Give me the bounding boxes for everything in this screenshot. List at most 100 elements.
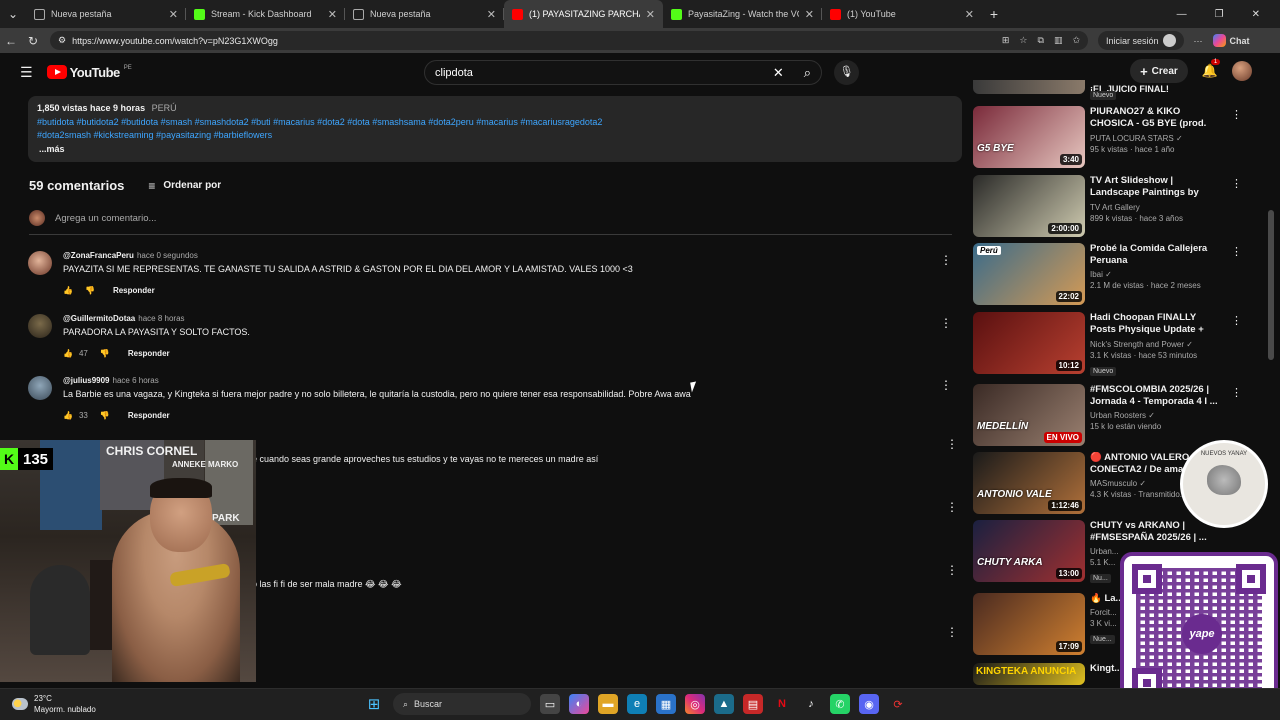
search-icon[interactable]: ⌕ <box>804 65 811 81</box>
video-description[interactable]: 1,850 vistas hace 9 horas PERÚ #butidota… <box>28 96 962 162</box>
back-arrow-icon[interactable]: ← <box>0 34 22 48</box>
hamburger-menu-icon[interactable]: ☰ <box>20 64 33 81</box>
like-icon[interactable]: 👍 <box>63 411 73 420</box>
video-info[interactable]: TV Art Slideshow | Landscape Paintings b… <box>1090 175 1222 223</box>
channel-name[interactable]: Nick's Strength and Power ✓ <box>1090 340 1222 349</box>
video-title[interactable]: Probé la Comida Callejera Peruana <box>1090 243 1222 267</box>
close-tab-icon[interactable]: ✕ <box>169 8 178 21</box>
close-tab-icon[interactable]: ✕ <box>965 8 974 21</box>
comment-menu-icon[interactable]: ⋮ <box>940 316 952 330</box>
comment-time[interactable]: hace 6 horas <box>113 376 159 385</box>
weather-widget[interactable]: 23°C Mayorm. nublado <box>12 693 96 715</box>
taskbar-search[interactable]: ⌕ Buscar <box>393 693 531 715</box>
search-input[interactable]: clipdota ✕ ⌕ <box>424 60 822 85</box>
video-thumbnail[interactable]: G5 BYE 3:40 <box>973 106 1085 168</box>
video-thumbnail[interactable]: CHUTY ARKA 13:00 <box>973 520 1085 582</box>
add-comment-input[interactable]: Agrega un comentario... <box>55 213 156 224</box>
like-icon[interactable]: 👍 <box>63 349 73 358</box>
app-icon[interactable]: ⟳ <box>888 694 908 714</box>
whatsapp-icon[interactable]: ✆ <box>830 694 850 714</box>
youtube-logo[interactable]: YouTube PE <box>46 65 132 80</box>
address-bar[interactable]: ⚙ https://www.youtube.com/watch?v=pN23G1… <box>50 31 1088 50</box>
comment-time[interactable]: hace 8 horas <box>138 314 184 323</box>
tab-kick-dashboard[interactable]: Stream - Kick Dashboard ✕ <box>186 0 345 28</box>
video-info[interactable]: Probé la Comida Callejera Peruana Ibai ✓ 2… <box>1090 243 1222 290</box>
comment-author[interactable]: @ZonaFrancaPeru <box>63 251 134 260</box>
notifications-bell-icon[interactable]: 🔔 1 <box>1202 59 1221 79</box>
tiktok-icon[interactable]: ♪ <box>801 694 821 714</box>
like-icon[interactable]: 👍 <box>63 286 73 295</box>
video-title[interactable]: CHUTY vs ARKANO | #FMSESPAÑA 2025/26 | .… <box>1090 520 1222 544</box>
tab-payasitazing-kick-vod[interactable]: PayasitaZing - Watch the VOD on Kick ✕ <box>663 0 822 28</box>
netflix-icon[interactable]: N <box>772 694 792 714</box>
comment-menu-icon[interactable]: ⋮ <box>946 625 958 639</box>
copilot-taskbar-icon[interactable]: ◐ <box>569 694 589 714</box>
tab-nueva-pestana-1[interactable]: Nueva pestaña ✕ <box>26 0 186 28</box>
account-avatar[interactable] <box>1232 61 1252 81</box>
channel-name[interactable]: Ibai ✓ <box>1090 270 1222 279</box>
install-app-icon[interactable]: ⊞ <box>1002 35 1010 46</box>
reply-button[interactable]: Responder <box>128 411 170 420</box>
more-menu-icon[interactable]: ··· <box>1194 36 1203 46</box>
video-thumbnail-partial[interactable] <box>973 80 1085 94</box>
video-thumbnail[interactable]: 10:12 <box>973 312 1085 374</box>
edge-browser-icon[interactable]: e <box>627 694 647 714</box>
comment-menu-icon[interactable]: ⋮ <box>946 437 958 451</box>
tab-list-chevron-icon[interactable]: ⌄ <box>0 7 26 21</box>
dislike-icon[interactable]: 👎 <box>100 349 110 358</box>
new-tab-plus-icon[interactable]: + <box>982 6 1006 22</box>
voice-search-mic-icon[interactable]: 🎙 <box>834 60 859 85</box>
extensions-icon[interactable]: ⧉ <box>1038 35 1044 46</box>
store-icon[interactable]: ▦ <box>656 694 676 714</box>
sort-by-button[interactable]: ≡ Ordenar por <box>148 179 221 193</box>
close-window-icon[interactable]: ✕ <box>1252 9 1260 20</box>
hashtags-line-2[interactable]: #dota2smash #kickstreaming #payasitazing… <box>37 129 953 143</box>
video-title[interactable]: PIURANO27 & KIKO CHOSICA - G5 BYE (prod.… <box>1090 106 1222 131</box>
channel-name[interactable]: TV Art Gallery <box>1090 203 1222 212</box>
task-view-icon[interactable]: ▭ <box>540 694 560 714</box>
tab-payasitazing-youtube[interactable]: (1) PAYASITAZING PARCHA A BARBIE ✕ <box>504 0 663 28</box>
copilot-icon[interactable] <box>1212 34 1226 47</box>
reply-button[interactable]: Responder <box>113 286 155 295</box>
red-app-icon[interactable]: ▤ <box>743 694 763 714</box>
video-menu-icon[interactable]: ⋮ <box>1231 386 1242 399</box>
reply-button[interactable]: Responder <box>128 349 170 358</box>
comment-time[interactable]: hace 0 segundos <box>137 251 198 260</box>
reload-icon[interactable]: ↻ <box>22 34 44 48</box>
photos-icon[interactable]: ▲ <box>714 694 734 714</box>
video-info[interactable]: Hadi Choopan FINALLY Posts Physique Upda… <box>1090 312 1222 378</box>
video-thumbnail[interactable]: KINGTEKA ANUNCIA <box>973 663 1085 685</box>
video-thumbnail[interactable]: MEDELLÍN EN VIVO <box>973 384 1085 446</box>
comment-author[interactable]: @julius9909 <box>63 376 110 385</box>
close-tab-icon[interactable]: ✕ <box>646 8 655 21</box>
comment-author-avatar[interactable] <box>28 251 52 275</box>
video-title[interactable]: #FMSCOLOMBIA 2025/26 | Jornada 4 - Tempo… <box>1090 384 1222 408</box>
site-info-icon[interactable]: ⚙ <box>58 35 66 46</box>
comment-author[interactable]: @GuillermitoDotaa <box>63 314 135 323</box>
close-tab-icon[interactable]: ✕ <box>328 8 337 21</box>
page-scrollbar[interactable] <box>1268 210 1274 360</box>
video-menu-icon[interactable]: ⋮ <box>1231 314 1242 327</box>
favorites-icon[interactable]: ✩ <box>1072 35 1080 46</box>
create-button[interactable]: + Crear <box>1130 59 1188 83</box>
show-more-link[interactable]: ...más <box>39 143 953 157</box>
sign-in-button[interactable]: Iniciar sesión <box>1098 31 1184 50</box>
favorite-star-icon[interactable]: ☆ <box>1019 35 1027 46</box>
video-title[interactable]: TV Art Slideshow | Landscape Paintings b… <box>1090 175 1222 200</box>
dislike-icon[interactable]: 👎 <box>85 286 95 295</box>
minimize-icon[interactable]: — <box>1177 9 1187 20</box>
close-tab-icon[interactable]: ✕ <box>487 8 496 21</box>
windows-start-icon[interactable]: ⊞ <box>364 694 384 714</box>
tab-youtube-home[interactable]: (1) YouTube ✕ <box>822 0 982 28</box>
video-thumbnail[interactable]: 17:09 <box>973 593 1085 655</box>
video-info[interactable]: PIURANO27 & KIKO CHOSICA - G5 BYE (prod.… <box>1090 106 1222 154</box>
video-thumbnail[interactable]: Perú 22:02 <box>973 243 1085 305</box>
video-info[interactable]: #FMSCOLOMBIA 2025/26 | Jornada 4 - Tempo… <box>1090 384 1222 431</box>
video-menu-icon[interactable]: ⋮ <box>1231 245 1242 258</box>
video-title[interactable]: Hadi Choopan FINALLY Posts Physique Upda… <box>1090 312 1222 337</box>
video-thumbnail[interactable]: 2:00:00 <box>973 175 1085 237</box>
channel-name[interactable]: PUTA LOCURA STARS ✓ <box>1090 134 1222 143</box>
clear-search-icon[interactable]: ✕ <box>773 65 784 81</box>
discord-icon[interactable]: ◉ <box>859 694 879 714</box>
video-thumbnail[interactable]: ANTONIO VALE 1:12:46 <box>973 452 1085 514</box>
